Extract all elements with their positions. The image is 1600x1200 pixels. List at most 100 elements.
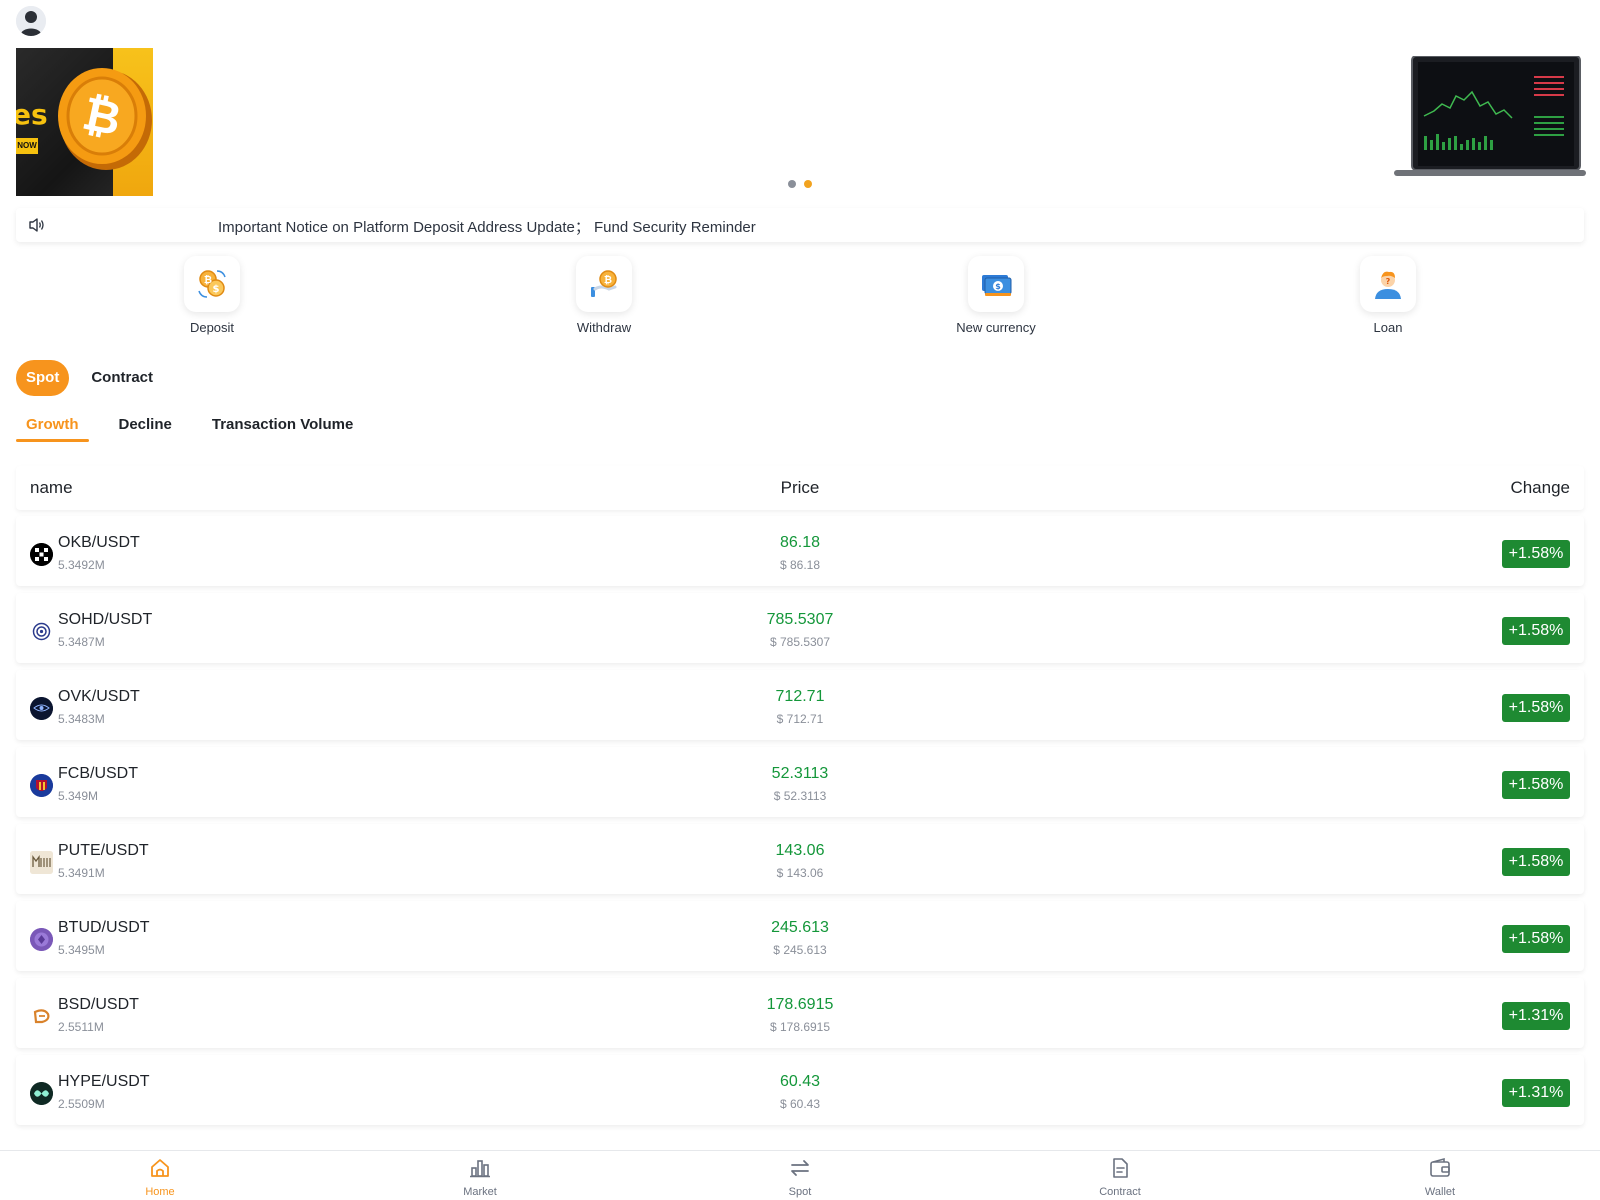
pair-price: 86.18 xyxy=(779,534,821,551)
column-header-change: Change xyxy=(1510,478,1570,497)
quick-action-deposit[interactable]: ₿ $ Deposit xyxy=(152,256,272,335)
carousel-dot-1[interactable] xyxy=(788,180,796,188)
nav-label: Contract xyxy=(1099,1186,1141,1198)
nav-home[interactable]: Home xyxy=(120,1157,200,1198)
bsd-logo xyxy=(30,1005,53,1028)
pair-volume: 5.3487M xyxy=(58,635,105,649)
bottom-nav: Home Market Spot Contract Wallet xyxy=(0,1150,1600,1200)
nav-spot[interactable]: Spot xyxy=(760,1157,840,1198)
pute-logo xyxy=(30,851,53,874)
pair-name: OVK/USDT xyxy=(58,688,140,705)
quick-action-label: Deposit xyxy=(189,320,235,335)
banner-now-button[interactable]: NOW xyxy=(16,138,38,154)
change-badge: +1.58% xyxy=(1502,848,1570,876)
change-badge: +1.58% xyxy=(1502,617,1570,645)
change-badge: +1.58% xyxy=(1502,771,1570,799)
pair-usd-price: $ 785.5307 xyxy=(769,635,831,649)
speaker-icon xyxy=(29,218,44,232)
tab-decline[interactable]: Decline xyxy=(109,412,182,442)
pair-price: 178.6915 xyxy=(766,996,834,1013)
pair-name: PUTE/USDT xyxy=(58,842,149,859)
wallet-icon xyxy=(1430,1157,1450,1177)
pair-price: 52.3113 xyxy=(771,765,829,782)
banner-carousel[interactable]: es NOW ₿ xyxy=(0,48,1600,198)
table-row[interactable]: HYPE/USDT 2.5509M 60.43 $ 60.43 +1.31% xyxy=(16,1055,1584,1125)
market-table-header: name Price Change xyxy=(16,466,1584,510)
table-row[interactable]: FCB/USDT 5.349M 52.3113 $ 52.3113 +1.58% xyxy=(16,747,1584,817)
quick-action-loan[interactable]: ? Loan xyxy=(1328,256,1448,335)
table-row[interactable]: OVK/USDT 5.3483M 712.71 $ 712.71 +1.58% xyxy=(16,670,1584,740)
table-row[interactable]: SOHD/USDT 5.3487M 785.5307 $ 785.5307 +1… xyxy=(16,593,1584,663)
pair-usd-price: $ 60.43 xyxy=(779,1097,821,1111)
nav-market[interactable]: Market xyxy=(440,1157,520,1198)
pair-name: BTUD/USDT xyxy=(58,919,150,936)
fcb-logo xyxy=(30,774,53,797)
nav-label: Home xyxy=(145,1186,175,1198)
nav-wallet[interactable]: Wallet xyxy=(1400,1157,1480,1198)
svg-text:₿: ₿ xyxy=(604,274,612,286)
table-row[interactable]: PUTE/USDT 5.3491M 143.06 $ 143.06 +1.58% xyxy=(16,824,1584,894)
pair-name: BSD/USDT xyxy=(58,996,139,1013)
user-avatar-icon xyxy=(16,6,46,36)
tab-contract[interactable]: Contract xyxy=(87,360,157,396)
tab-transaction-volume[interactable]: Transaction Volume xyxy=(202,412,363,442)
contract-icon xyxy=(1113,1158,1128,1178)
market-tabs: Spot Contract xyxy=(16,360,157,396)
nav-contract[interactable]: Contract xyxy=(1080,1157,1160,1198)
loan-icon: ? xyxy=(1360,256,1416,312)
svg-text:?: ? xyxy=(1386,277,1391,286)
carousel-dot-2[interactable] xyxy=(804,180,812,188)
laptop-chart-image xyxy=(1394,56,1586,176)
nav-label: Wallet xyxy=(1424,1186,1456,1198)
home-icon xyxy=(151,1159,169,1177)
table-row[interactable]: OKB/USDT 5.3492M 86.18 $ 86.18 +1.58% xyxy=(16,516,1584,586)
pair-usd-price: $ 245.613 xyxy=(773,943,827,957)
market-icon xyxy=(470,1160,490,1178)
pair-usd-price: $ 178.6915 xyxy=(769,1020,831,1034)
svg-text:$: $ xyxy=(213,284,220,295)
pair-price: 60.43 xyxy=(779,1073,821,1090)
quick-action-new-currency[interactable]: $ New currency xyxy=(936,256,1056,335)
banner-left-text: es xyxy=(16,98,48,131)
change-badge: +1.58% xyxy=(1502,925,1570,953)
pair-name: SOHD/USDT xyxy=(58,611,153,628)
pair-volume: 5.3495M xyxy=(58,943,105,957)
pair-volume: 2.5509M xyxy=(58,1097,105,1111)
table-row[interactable]: BSD/USDT 2.5511M 178.6915 $ 178.6915 +1.… xyxy=(16,978,1584,1048)
nav-label: Market xyxy=(463,1186,497,1198)
column-header-price: Price xyxy=(780,478,820,497)
table-row[interactable]: BTUD/USDT 5.3495M 245.613 $ 245.613 +1.5… xyxy=(16,901,1584,971)
pair-volume: 5.3491M xyxy=(58,866,105,880)
hype-logo xyxy=(30,1082,53,1105)
pair-usd-price: $ 143.06 xyxy=(776,866,824,880)
pair-volume: 5.3492M xyxy=(58,558,105,572)
quick-actions: ₿ $ Deposit ₿ Withdraw $ New currency ? … xyxy=(0,256,1600,338)
user-avatar[interactable] xyxy=(16,6,46,36)
tab-growth[interactable]: Growth xyxy=(16,412,89,442)
tab-spot[interactable]: Spot xyxy=(16,360,70,396)
quick-action-label: Loan xyxy=(1373,320,1403,335)
pair-price: 785.5307 xyxy=(766,611,834,628)
pair-usd-price: $ 52.3113 xyxy=(773,789,827,803)
notice-text[interactable]: Important Notice on Platform Deposit Add… xyxy=(218,216,756,237)
quick-action-withdraw[interactable]: ₿ Withdraw xyxy=(544,256,664,335)
pair-name: HYPE/USDT xyxy=(58,1073,150,1090)
pair-price: 143.06 xyxy=(775,842,825,859)
carousel-indicators xyxy=(788,180,812,188)
pair-usd-price: $ 86.18 xyxy=(779,558,821,572)
pair-name: OKB/USDT xyxy=(58,534,140,551)
banner-bitcoin-promo[interactable]: es NOW ₿ xyxy=(16,48,153,196)
nav-label: Spot xyxy=(788,1186,812,1198)
pair-name: FCB/USDT xyxy=(58,765,138,782)
new-currency-icon: $ xyxy=(968,256,1024,312)
svg-text:₿: ₿ xyxy=(204,274,212,286)
ovk-logo xyxy=(30,697,53,720)
bitcoin-coin-icon: ₿ xyxy=(58,68,152,170)
change-badge: +1.31% xyxy=(1502,1079,1570,1107)
column-header-name: name xyxy=(30,478,73,497)
market-table: OKB/USDT 5.3492M 86.18 $ 86.18 +1.58% SO… xyxy=(16,516,1584,1132)
quick-action-label: Withdraw xyxy=(576,320,632,335)
notice-bar[interactable]: Important Notice on Platform Deposit Add… xyxy=(16,208,1584,242)
spot-icon xyxy=(791,1160,809,1176)
quick-action-label: New currency xyxy=(956,320,1036,335)
